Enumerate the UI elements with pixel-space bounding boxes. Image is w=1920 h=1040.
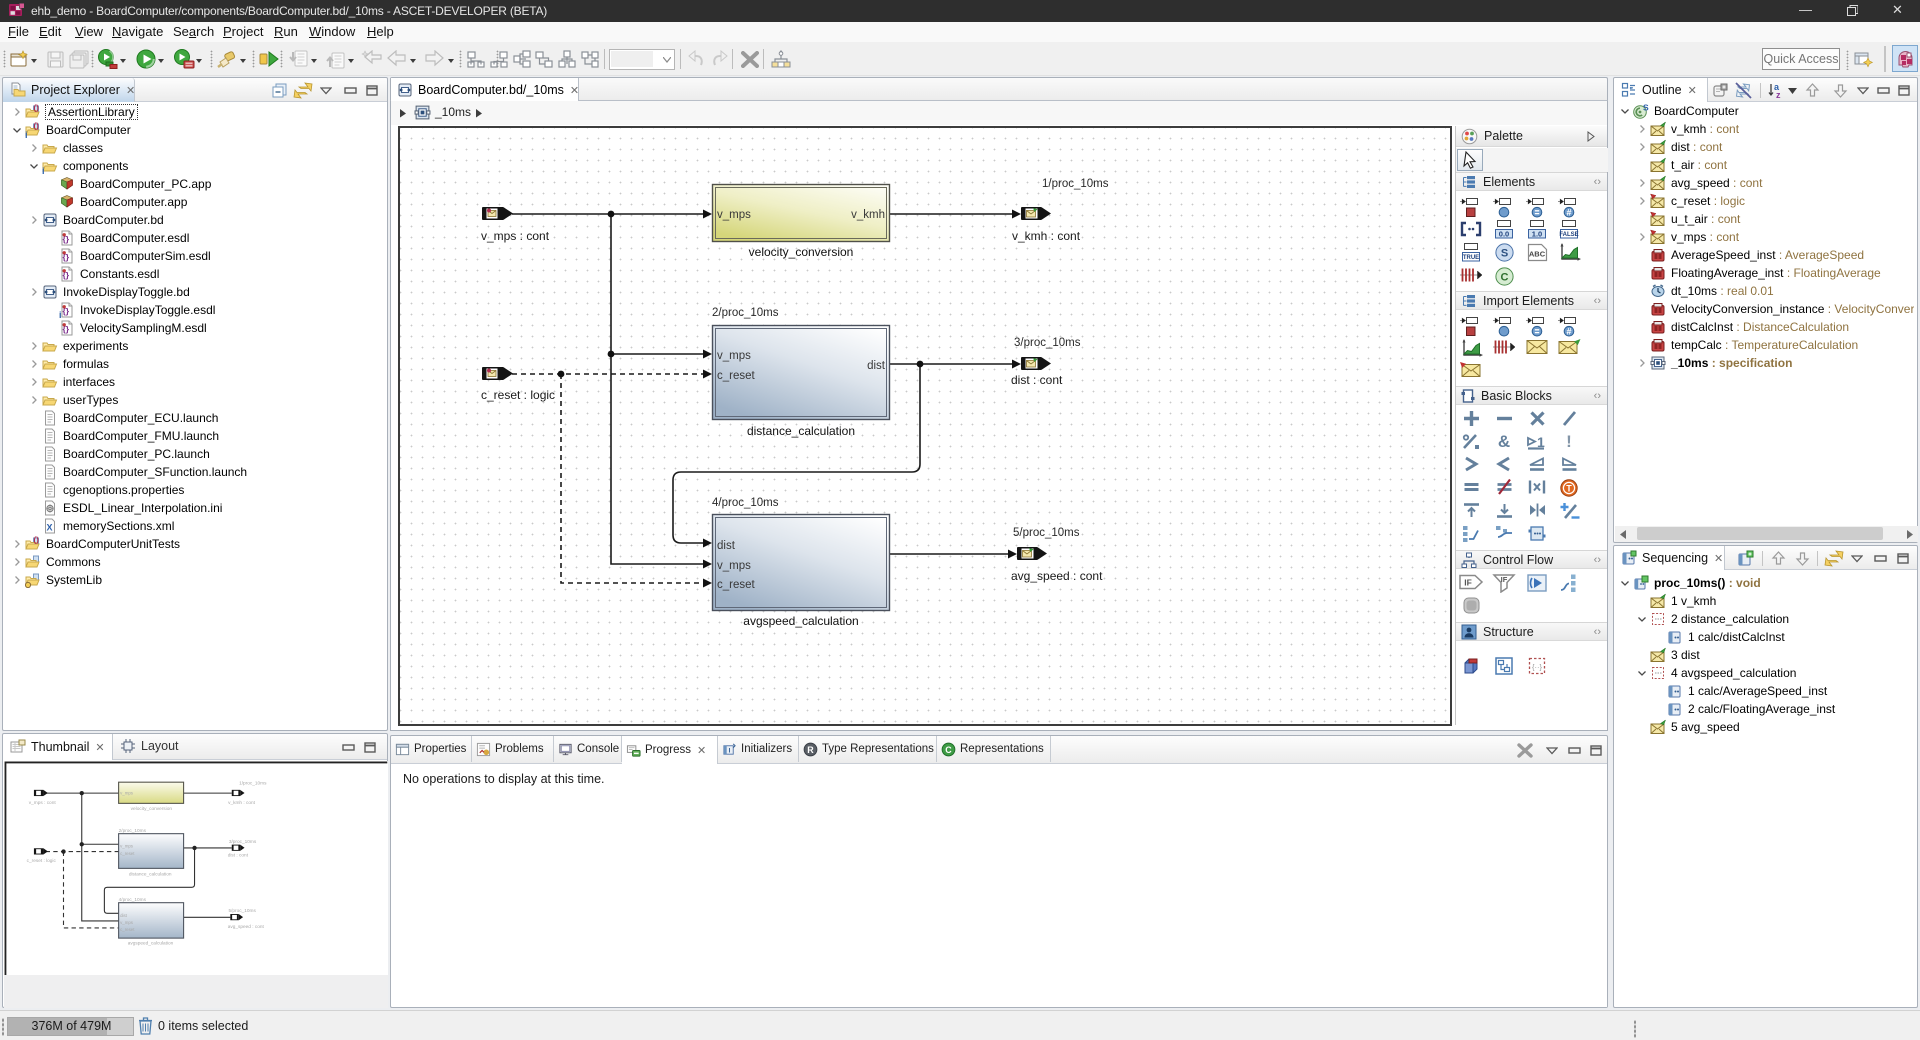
- svg-text:avg_speed : cont: avg_speed : cont: [228, 924, 265, 930]
- svg-text:velocity_conversion: velocity_conversion: [749, 245, 854, 259]
- svg-text:v_mps: v_mps: [717, 560, 751, 572]
- svg-text:distance_calculation: distance_calculation: [129, 871, 172, 877]
- svg-text:v_mps: v_mps: [120, 844, 134, 849]
- svg-text:S: S: [1643, 103, 1649, 113]
- svg-text:2/proc_10ms: 2/proc_10ms: [712, 307, 779, 319]
- svg-text:1/proc_10ms: 1/proc_10ms: [1042, 178, 1109, 190]
- svg-text:5/proc_10ms: 5/proc_10ms: [228, 908, 256, 914]
- svg-text:c_reset : logic: c_reset : logic: [481, 388, 555, 402]
- svg-text:2/proc_10ms: 2/proc_10ms: [119, 828, 147, 834]
- svg-text:X: X: [47, 523, 53, 533]
- svg-text:v_kmh: v_kmh: [851, 209, 885, 221]
- svg-text:4/proc_10ms: 4/proc_10ms: [712, 497, 779, 509]
- svg-text:avgspeed_calculation: avgspeed_calculation: [743, 614, 858, 628]
- svg-text:c_reset: c_reset: [120, 851, 135, 856]
- svg-text:dist : cont: dist : cont: [228, 853, 249, 859]
- svg-text:v_mps: v_mps: [120, 791, 134, 796]
- svg-text:dist: dist: [867, 360, 886, 372]
- svg-text:IF: IF: [1464, 578, 1472, 588]
- svg-text:1.0: 1.0: [1532, 230, 1542, 239]
- svg-text:i: i: [59, 310, 62, 318]
- svg-text:(): (): [34, 536, 40, 545]
- svg-text:v_kmh : cont: v_kmh : cont: [1012, 229, 1081, 243]
- svg-text:3/proc_10ms: 3/proc_10ms: [1014, 337, 1081, 349]
- svg-text:{··}: {··}: [1532, 663, 1543, 672]
- svg-text:T: T: [1566, 484, 1572, 494]
- svg-text:v_mps : cont: v_mps : cont: [481, 229, 550, 243]
- svg-text:i: i: [42, 166, 45, 174]
- svg-text:c_reset : logic: c_reset : logic: [27, 858, 57, 864]
- svg-text:v_mps: v_mps: [717, 209, 751, 221]
- svg-text:v_mps: v_mps: [717, 350, 751, 362]
- svg-text:c_reset: c_reset: [717, 579, 756, 591]
- svg-text:IF: IF: [1501, 575, 1508, 584]
- svg-text:5/proc_10ms: 5/proc_10ms: [1013, 527, 1080, 539]
- svg-text:1/proc_10ms: 1/proc_10ms: [239, 781, 267, 787]
- svg-text:c_reset: c_reset: [120, 927, 135, 932]
- svg-text:dist: dist: [717, 540, 736, 552]
- svg-text:avg_speed : cont: avg_speed : cont: [1011, 569, 1103, 583]
- svg-text:ABC: ABC: [1528, 250, 1545, 259]
- svg-text:i: i: [25, 130, 28, 138]
- svg-text:FALSE: FALSE: [1559, 232, 1578, 238]
- svg-text:v_kmh : cont: v_kmh : cont: [228, 800, 256, 806]
- svg-text:#: #: [1566, 208, 1571, 218]
- svg-text:dist: dist: [120, 913, 128, 918]
- svg-text:0.0: 0.0: [1499, 230, 1509, 239]
- svg-text:C: C: [1500, 272, 1508, 284]
- svg-text:(): (): [34, 104, 40, 113]
- svg-text:z: z: [1776, 90, 1781, 100]
- svg-text:dist : cont: dist : cont: [1011, 373, 1063, 387]
- svg-text:4/proc_10ms: 4/proc_10ms: [119, 897, 147, 903]
- svg-text:v_mps : cont: v_mps : cont: [29, 800, 57, 806]
- svg-text:velocity_conversion: velocity_conversion: [131, 806, 173, 812]
- svg-text:C: C: [945, 744, 952, 754]
- svg-text:v_mps: v_mps: [120, 920, 134, 925]
- svg-text:c_reset: c_reset: [717, 370, 756, 382]
- svg-text:distance_calculation: distance_calculation: [747, 424, 855, 438]
- svg-text:S: S: [1500, 248, 1507, 260]
- svg-text:(): (): [34, 122, 40, 131]
- svg-text:TRUE: TRUE: [1463, 255, 1479, 261]
- svg-text:I: I: [729, 747, 731, 754]
- svg-text:#: #: [1566, 327, 1571, 337]
- svg-text:3/proc_10ms: 3/proc_10ms: [229, 839, 257, 845]
- svg-text:R: R: [807, 744, 814, 754]
- svg-text:avgspeed_calculation: avgspeed_calculation: [128, 941, 174, 947]
